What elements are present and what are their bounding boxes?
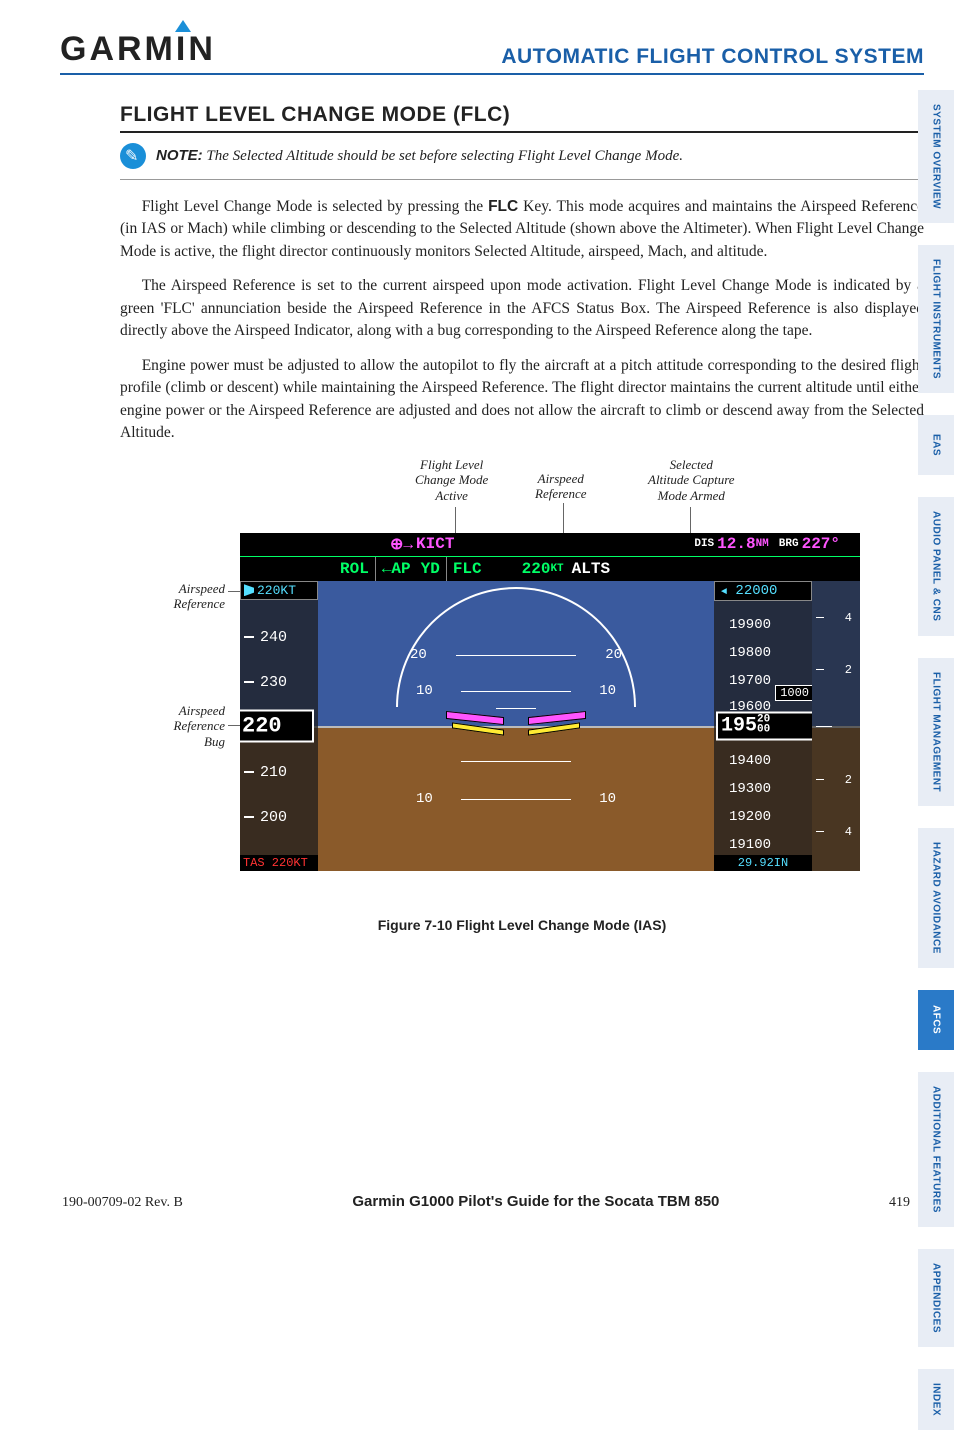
airspeed-tape: 220KT 240 230 220 210 200 TAS 220KT — [240, 581, 318, 871]
flc-key: FLC — [488, 198, 518, 215]
p1a: Flight Level Change Mode is selected by … — [142, 198, 488, 215]
tab-appendices[interactable]: APPENDICES — [918, 1249, 954, 1347]
garmin-logo: GARMIN — [60, 30, 216, 69]
pfd-screenshot: ⊕→ KICT DIS 12.8 NM BRG 227° ROL ←AP YD — [240, 533, 860, 871]
section-heading: FLIGHT LEVEL CHANGE MODE (FLC) — [120, 103, 924, 133]
vsi-tick: 2 — [845, 663, 852, 677]
tab-audio-panel-cns[interactable]: AUDIO PANEL & CNS — [918, 497, 954, 635]
dis-value: 12.8 — [717, 535, 755, 553]
page-header: GARMIN AUTOMATIC FLIGHT CONTROL SYSTEM — [60, 30, 924, 75]
note-label: NOTE: — [156, 147, 203, 164]
paragraph-3: Engine power must be adjusted to allow t… — [120, 355, 924, 445]
bug-icon — [244, 584, 254, 596]
page-number: 419 — [889, 1195, 910, 1211]
page-footer: 190-00709-02 Rev. B Garmin G1000 Pilot's… — [62, 1193, 910, 1211]
pitch-20-r: 20 — [605, 647, 622, 663]
alt-tick: 19800 — [729, 645, 771, 661]
alt-1000-bug: 1000 — [775, 685, 812, 701]
alt-tick: 19100 — [729, 837, 771, 853]
tab-eas[interactable]: EAS — [918, 415, 954, 475]
vertical-mode-flc: FLC — [453, 560, 482, 578]
tab-index[interactable]: INDEX — [918, 1369, 954, 1430]
dis-unit: NM — [756, 538, 769, 550]
tab-flight-management[interactable]: FLIGHT MANAGEMENT — [918, 658, 954, 806]
callout-asi-ref-top: AirspeedReference — [535, 471, 586, 502]
callout-alt-capture: SelectedAltitude CaptureMode Armed — [648, 457, 735, 504]
tab-hazard-avoidance[interactable]: HAZARD AVOIDANCE — [918, 828, 954, 968]
altitude-tape: ◄ 22000 19900 19800 19700 19600 1000 195… — [714, 581, 812, 871]
vsi-tick: 4 — [845, 825, 852, 839]
pitch-10b-l: 10 — [416, 791, 433, 807]
airspeed-ref-value: 220 — [522, 560, 551, 578]
callout-asi-ref-left: AirspeedReference — [125, 581, 225, 612]
callout-asi-bug-left: AirspeedReferenceBug — [125, 703, 225, 750]
waypoint-id: KICT — [416, 535, 454, 553]
tab-flight-instruments[interactable]: FLIGHT INSTRUMENTS — [918, 245, 954, 393]
note-text: NOTE: The Selected Altitude should be se… — [156, 147, 683, 165]
pitch-20-l: 20 — [410, 647, 427, 663]
logo-text: GARMIN — [60, 30, 216, 68]
current-airspeed: 220 — [240, 709, 314, 742]
callout-flc-active: Flight LevelChange ModeActive — [415, 457, 488, 504]
paragraph-2: The Airspeed Reference is set to the cur… — [120, 275, 924, 342]
true-airspeed: TAS 220KT — [240, 855, 318, 871]
alt-tick: 19300 — [729, 781, 771, 797]
figure-caption: Figure 7-10 Flight Level Change Mode (IA… — [120, 917, 924, 933]
brg-value: 227° — [802, 535, 840, 553]
note-block: NOTE: The Selected Altitude should be se… — [120, 143, 924, 180]
note-body: The Selected Altitude should be set befo… — [206, 148, 683, 164]
chapter-title: AUTOMATIC FLIGHT CONTROL SYSTEM — [501, 45, 924, 69]
selected-altitude: ◄ 22000 — [714, 581, 812, 601]
pitch-10-l: 10 — [416, 683, 433, 699]
vsi-tick: 4 — [845, 611, 852, 625]
pfd-main: 220KT 240 230 220 210 200 TAS 220KT 20 2… — [240, 581, 860, 871]
pitch-10b-r: 10 — [599, 791, 616, 807]
footer-docnum: 190-00709-02 Rev. B — [62, 1195, 183, 1211]
tab-afcs[interactable]: AFCS — [918, 990, 954, 1050]
asi-tick: 200 — [260, 809, 287, 826]
baro-setting: 29.92IN — [714, 855, 812, 871]
vsi-tick: 2 — [845, 773, 852, 787]
armed-mode-alts: ALTS — [572, 560, 610, 578]
brg-label: BRG — [779, 538, 799, 550]
airspeed-ref-unit: KT — [550, 563, 563, 575]
figure-7-10: Flight LevelChange ModeActive AirspeedRe… — [120, 463, 924, 933]
alt-tick: 19700 — [729, 673, 771, 689]
dis-label: DIS — [694, 538, 714, 550]
tab-additional-features[interactable]: ADDITIONAL FEATURES — [918, 1072, 954, 1227]
pitch-10-r: 10 — [599, 683, 616, 699]
asi-tick: 210 — [260, 764, 287, 781]
asi-reference-box: 220KT — [240, 581, 318, 600]
attitude-indicator: 20 20 10 10 10 10 — [318, 581, 714, 871]
asi-tick: 230 — [260, 674, 287, 691]
logo-triangle-icon — [175, 20, 191, 32]
nav-status-bar: ⊕→ KICT DIS 12.8 NM BRG 227° — [240, 533, 860, 557]
alt-tick: 19400 — [729, 753, 771, 769]
yd-annunciation: YD — [421, 560, 440, 578]
asi-tick: 240 — [260, 629, 287, 646]
alt-tick: 19200 — [729, 809, 771, 825]
alt-tick: 19900 — [729, 617, 771, 633]
tab-system-overview[interactable]: SYSTEM OVERVIEW — [918, 90, 954, 223]
afcs-status-bar: ROL ←AP YD FLC 220 KT ALTS — [240, 557, 860, 581]
paragraph-1: Flight Level Change Mode is selected by … — [120, 196, 924, 263]
direct-to-icon: ⊕→ — [390, 534, 413, 554]
side-tabs: SYSTEM OVERVIEW FLIGHT INSTRUMENTS EAS A… — [918, 90, 954, 1452]
current-altitude: 195 2000 — [716, 711, 812, 740]
footer-title: Garmin G1000 Pilot's Guide for the Socat… — [352, 1193, 719, 1210]
lateral-mode: ROL — [340, 560, 369, 578]
note-pencil-icon — [120, 143, 146, 169]
vsi-tape: 4 2 2 4 — [812, 581, 860, 871]
ap-annunciation: ←AP — [382, 560, 411, 578]
